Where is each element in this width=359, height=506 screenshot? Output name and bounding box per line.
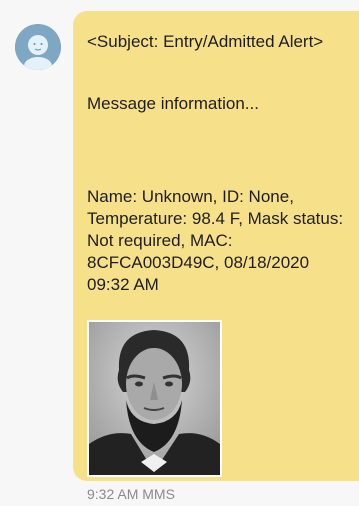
message-subject: <Subject: Entry/Admitted Alert> <box>87 32 324 51</box>
portrait-image <box>89 322 220 475</box>
message-info: Message information... <box>87 94 259 113</box>
message-type: MMS <box>142 486 175 502</box>
message-details: Name: Unknown, ID: None, Temperature: 98… <box>87 187 344 294</box>
contact-avatar[interactable] <box>15 24 61 70</box>
attached-photo[interactable] <box>87 320 222 477</box>
message-meta: 9:32 AM MMS <box>87 486 175 502</box>
person-avatar-icon <box>15 24 61 70</box>
message-time: 9:32 AM <box>87 486 139 502</box>
